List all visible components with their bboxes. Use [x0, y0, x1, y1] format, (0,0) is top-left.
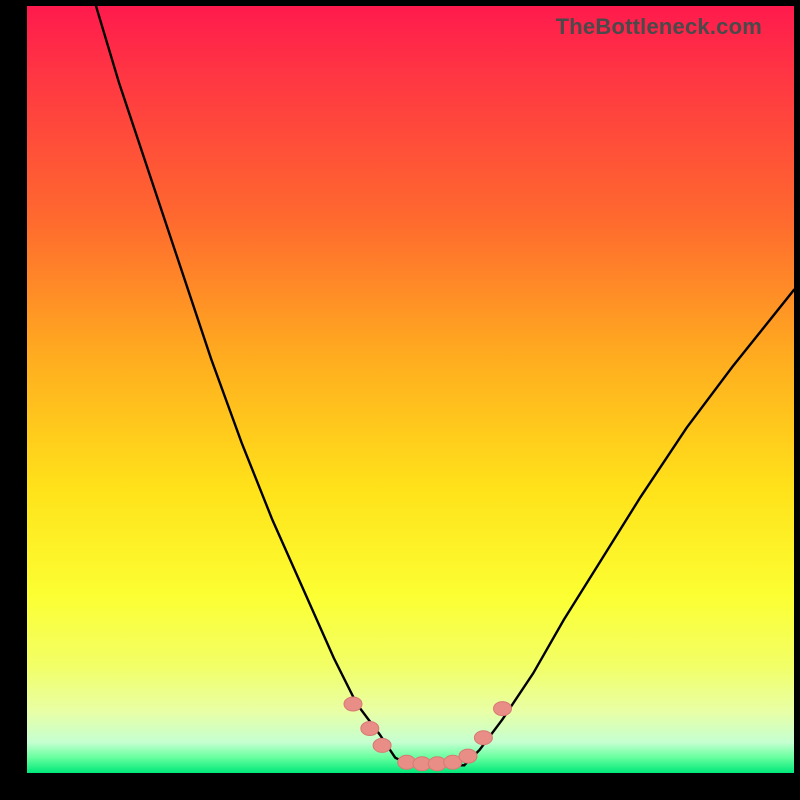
bead-point [361, 722, 379, 736]
bead-point [459, 749, 477, 763]
bead-point [398, 755, 416, 769]
right-curve-path [464, 290, 794, 766]
bead-point [474, 731, 492, 745]
bead-point [344, 697, 362, 711]
bead-point [373, 738, 391, 752]
bead-group [344, 697, 512, 771]
bead-point [413, 757, 431, 771]
bead-point [444, 755, 462, 769]
chart-svg [27, 6, 794, 773]
chart-plot-area: TheBottleneck.com [27, 6, 794, 773]
chart-frame: TheBottleneck.com [0, 0, 800, 800]
watermark-text: TheBottleneck.com [556, 14, 762, 40]
bead-point [494, 702, 512, 716]
bead-point [428, 757, 446, 771]
left-curve-path [96, 6, 411, 765]
